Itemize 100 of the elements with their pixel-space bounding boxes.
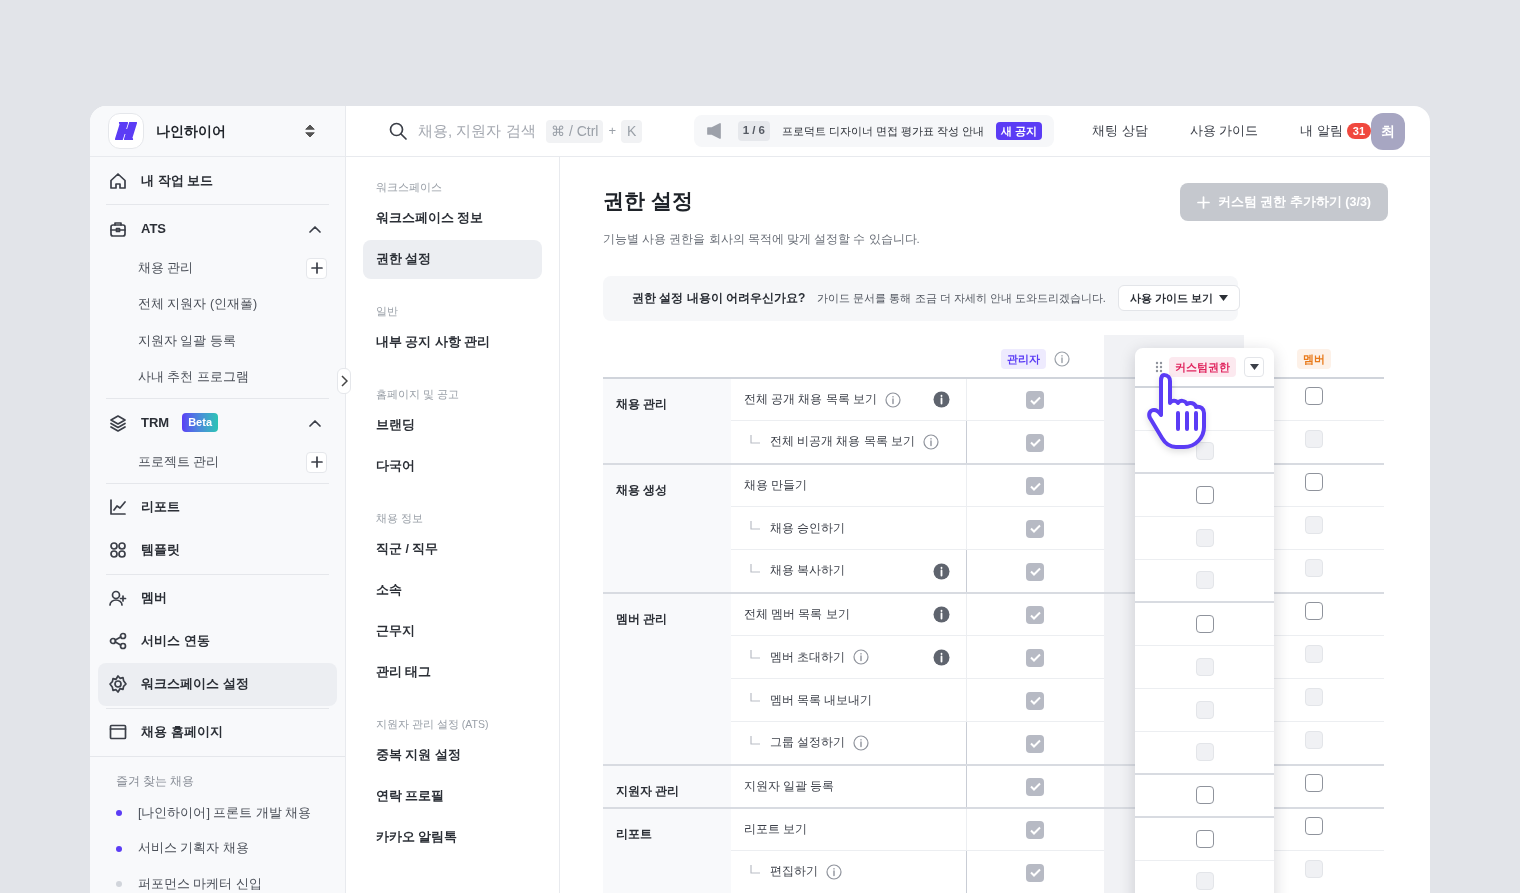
sidebar-item[interactable]: ATS	[98, 207, 337, 250]
beta-badge: Beta	[182, 413, 218, 432]
grid-icon	[108, 540, 128, 560]
page-subtitle: 기능별 사용 권한을 회사의 목적에 맞게 설정할 수 있습니다.	[603, 231, 920, 247]
sidebar-subitem[interactable]: 채용 관리	[138, 258, 306, 278]
settings-nav-item[interactable]: 연락 프로필	[363, 777, 542, 816]
section-title: 홈페이지 및 공고	[375, 388, 460, 400]
home-icon	[108, 170, 128, 191]
section-title: 워크스페이스	[375, 181, 443, 193]
plus-icon	[310, 456, 323, 469]
group-label: 리포트	[616, 826, 652, 841]
favorite-item[interactable]: 퍼포먼스 마케터 신입	[138, 874, 262, 893]
sidebar-subitem[interactable]: 사내 추천 프로그램	[138, 368, 327, 388]
section-title: 지원자 관리 설정 (ATS)	[375, 718, 490, 730]
top-link[interactable]: 사용 가이드	[1189, 121, 1259, 141]
line-chart-icon	[108, 497, 128, 517]
sidebar-item[interactable]: 워크스페이스 설정	[98, 662, 337, 706]
chevron-right-icon	[340, 375, 348, 387]
group-label: 채용 생성	[616, 482, 668, 497]
checkmark-icon	[1029, 653, 1041, 663]
shortcut-key: ⌘ / Ctrl	[546, 119, 604, 143]
checkmark-icon	[1029, 782, 1041, 792]
role-tag: 관리자	[1000, 348, 1046, 369]
permission-label: 전체 비공개 채용 목록 보기	[770, 434, 915, 450]
guide-dropdown-button[interactable]: 사용 가이드 보기	[1117, 285, 1240, 312]
sidebar-item[interactable]: 서비스 연동	[98, 619, 337, 663]
settings-nav-item[interactable]: 카카오 알림톡	[363, 818, 542, 857]
permission-label: 멤버 목록 내보내기	[770, 692, 873, 708]
add-button[interactable]	[306, 257, 327, 279]
alerts-link[interactable]: 내 알림 31	[1300, 121, 1372, 141]
favorite-item[interactable]: [나인하이어] 프론트 개발 채용	[138, 803, 312, 823]
section-title: 즐겨 찾는 채용	[116, 773, 196, 788]
checkbox[interactable]	[1195, 485, 1214, 504]
checkmark-icon	[1029, 868, 1041, 877]
top-link[interactable]: 채팅 상담	[1092, 121, 1148, 141]
sidebar-item[interactable]: 채용 홈페이지	[98, 710, 337, 754]
notice-bar[interactable]: 1 / 6 프로덕트 디자이너 면접 평가표 작성 안내 새 공지	[693, 115, 1055, 147]
sidebar-subitem[interactable]: 전체 지원자 (인재풀)	[138, 295, 327, 315]
section-title: 채용 정보	[375, 512, 424, 524]
browser-window-icon	[108, 722, 128, 742]
search-input[interactable]: 채용, 지원자 검색	[418, 119, 536, 143]
permission-label: 멤버 초대하기	[770, 649, 846, 665]
settings-nav-item[interactable]: 근무지	[363, 612, 542, 651]
permission-label: 전체 공개 채용 목록 보기	[744, 391, 877, 407]
checkbox[interactable]	[1305, 773, 1323, 792]
plus-sign: +	[608, 122, 617, 141]
checkbox[interactable]	[1305, 817, 1323, 835]
plus-icon	[1196, 195, 1210, 209]
up-down-arrows-icon	[305, 123, 315, 139]
settings-nav-item[interactable]: 브랜딩	[363, 406, 542, 445]
checkmark-icon	[1029, 610, 1041, 620]
notice-text: 프로덕트 디자이너 면접 평가표 작성 안내	[782, 123, 985, 139]
checkbox[interactable]	[1195, 614, 1214, 633]
new-badge: 새 공지	[996, 121, 1043, 141]
settings-nav-item[interactable]: 관리 태그	[363, 653, 542, 692]
sidebar-item[interactable]: 리포트	[98, 485, 337, 529]
collapse-toggle-button[interactable]	[337, 368, 351, 394]
notice-counter: 1 / 6	[737, 121, 771, 141]
settings-nav-item[interactable]: 내부 공지 사항 관리	[363, 323, 542, 362]
settings-nav-item[interactable]: 권한 설정	[363, 240, 542, 279]
permission-label: 지원자 일괄 등록	[744, 778, 835, 794]
n-mark-icon	[115, 122, 137, 140]
settings-nav-item[interactable]: 워크스페이스 정보	[363, 199, 542, 238]
checkmark-icon	[1029, 696, 1041, 706]
section-title: 일반	[375, 305, 399, 317]
permission-label: 편집하기	[770, 864, 818, 880]
count-badge: 31	[1346, 122, 1372, 140]
checkmark-icon	[1029, 739, 1041, 748]
checkmark-icon	[1029, 825, 1041, 835]
checkbox[interactable]	[1305, 602, 1323, 620]
share-icon	[108, 631, 128, 651]
role-tag: 커스텀권한	[1169, 356, 1236, 377]
checkbox[interactable]	[1305, 387, 1323, 405]
drag-handle-icon	[1155, 360, 1163, 373]
sidebar-item[interactable]: 멤버	[98, 576, 337, 620]
checkbox[interactable]	[1305, 473, 1323, 491]
shortcut-key: K	[621, 119, 643, 143]
sidebar-item[interactable]: 내 작업 보드	[98, 159, 337, 202]
add-button[interactable]	[306, 451, 327, 473]
settings-nav-item[interactable]: 다국어	[363, 447, 542, 486]
caret-down-icon	[1249, 363, 1259, 370]
checkbox[interactable]	[1195, 786, 1214, 805]
permission-label: 채용 만들기	[744, 477, 808, 493]
caret-down-icon	[1218, 295, 1228, 302]
plus-icon	[310, 262, 323, 275]
settings-nav-item[interactable]: 중복 지원 설정	[363, 736, 542, 775]
sidebar-item[interactable]: 템플릿	[98, 528, 337, 572]
permission-label: 채용 승인하기	[770, 520, 846, 536]
group-label: 지원자 관리	[616, 783, 680, 798]
checkbox[interactable]	[1195, 829, 1214, 848]
settings-nav-item[interactable]: 소속	[363, 571, 542, 610]
sidebar-subitem[interactable]: 프로젝트 관리	[138, 452, 306, 472]
page-title: 권한 설정	[603, 188, 694, 214]
sidebar-subitem[interactable]: 지원자 일괄 등록	[138, 331, 327, 351]
favorite-item[interactable]: 서비스 기획자 채용	[138, 839, 249, 859]
settings-nav-item[interactable]: 직군 / 직무	[363, 530, 542, 569]
layers-icon	[108, 412, 128, 433]
user-plus-icon	[108, 588, 128, 608]
sidebar-item[interactable]: TRM Beta	[98, 401, 337, 444]
column-menu-button[interactable]	[1244, 356, 1264, 377]
